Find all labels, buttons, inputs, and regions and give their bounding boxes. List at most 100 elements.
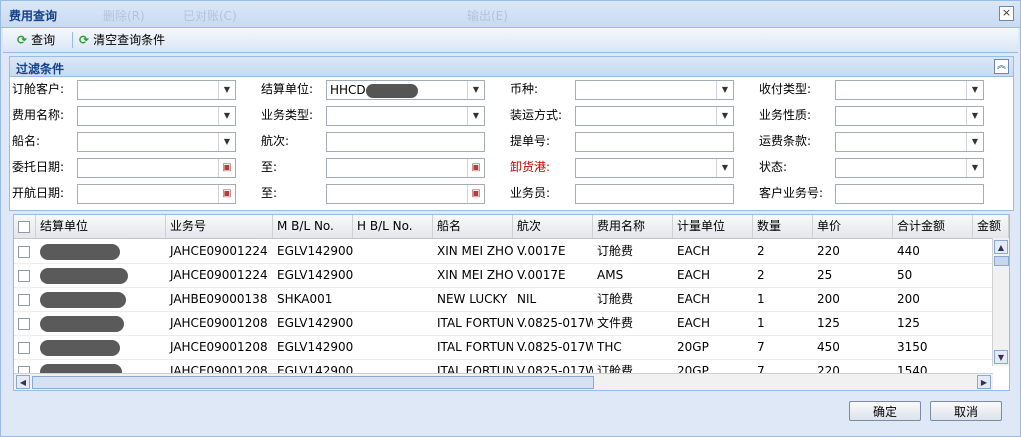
calendar-icon[interactable]: ▣ (467, 159, 484, 177)
dropdown-arrow-icon[interactable]: ▼ (716, 107, 733, 125)
cell-total: 3150 (897, 340, 928, 354)
discharge-port-combo[interactable]: ▼ (575, 158, 734, 178)
entrust-date-to[interactable]: ▣ (326, 158, 485, 178)
dropdown-arrow-icon[interactable]: ▼ (467, 81, 484, 99)
refresh-icon: ⟳ (17, 33, 28, 47)
vertical-scrollbar[interactable]: ▲ ▼ (992, 238, 1009, 366)
column-header[interactable]: 航次 (513, 215, 593, 238)
column-header[interactable]: 单价 (813, 215, 893, 238)
cell-biz_no: JAHBE09000138 (170, 292, 268, 306)
ok-button[interactable]: 确定 (849, 401, 921, 421)
settlement-unit-cell (36, 287, 166, 311)
dropdown-arrow-icon[interactable]: ▼ (966, 159, 983, 177)
calendar-icon[interactable]: ▣ (467, 185, 484, 203)
voyage-input[interactable] (326, 132, 485, 152)
dropdown-arrow-icon[interactable]: ▼ (966, 81, 983, 99)
dropdown-arrow-icon[interactable]: ▼ (716, 81, 733, 99)
table-row[interactable]: JAHCE09001224 EGLV142900 XIN MEI ZHOU V.001… (14, 263, 993, 288)
column-header[interactable]: 业务号 (166, 215, 273, 238)
salesman-input[interactable] (575, 184, 734, 204)
cell-qty: 1 (757, 316, 765, 330)
query-button[interactable]: ⟳ 查询 (17, 32, 55, 48)
cell-hbl (353, 287, 433, 311)
column-header[interactable]: M B/L No. (273, 215, 353, 238)
bl-no-input[interactable] (575, 132, 734, 152)
select-all-checkbox[interactable] (14, 215, 36, 238)
ghost-delete-label: 删除(R) (103, 9, 145, 23)
column-header[interactable]: 计量单位 (673, 215, 753, 238)
calendar-icon[interactable]: ▣ (218, 159, 235, 177)
clear-conditions-button[interactable]: ⟳ 清空查询条件 (79, 32, 165, 48)
scroll-up-icon[interactable]: ▲ (994, 240, 1008, 254)
dropdown-arrow-icon[interactable]: ▼ (716, 159, 733, 177)
table-row[interactable]: JAHBE09000138 SHKA001 NEW LUCKY NIL 订舱费 EACH 1… (14, 287, 993, 312)
dropdown-arrow-icon[interactable]: ▼ (218, 81, 235, 99)
row-checkbox[interactable] (14, 335, 36, 359)
scroll-left-icon[interactable]: ◀ (16, 375, 30, 389)
column-header[interactable]: 金额 (973, 215, 1009, 238)
cell-fee: THC (597, 340, 622, 354)
business-nature-combo[interactable]: ▼ (835, 106, 984, 126)
row-checkbox[interactable] (14, 287, 36, 311)
column-header[interactable]: 费用名称 (593, 215, 673, 238)
currency-combo[interactable]: ▼ (575, 80, 734, 100)
scroll-thumb[interactable] (32, 376, 594, 389)
column-header[interactable]: 合计金额 (893, 215, 973, 238)
cell-voyage: V.0825-017W (517, 316, 593, 330)
column-header[interactable]: H B/L No. (353, 215, 433, 238)
customer-biz-no-input[interactable] (835, 184, 984, 204)
table-row[interactable]: JAHCE09001208 EGLV142900 ITAL FORTUNA V.082… (14, 311, 993, 336)
cell-vessel: ITAL FORTUNA (437, 316, 513, 330)
booking-customer-combo[interactable]: ▼ (77, 80, 236, 100)
payment-type-label: 收付类型: (759, 82, 812, 96)
redacted-block (40, 243, 120, 260)
toolbar-separator (72, 32, 73, 48)
horizontal-scrollbar[interactable]: ◀ ▶ (14, 373, 993, 390)
booking-customer-label: 订舱客户: (12, 82, 65, 96)
fee-name-combo[interactable]: ▼ (77, 106, 236, 126)
dropdown-arrow-icon[interactable]: ▼ (966, 107, 983, 125)
entrust-date-from[interactable]: ▣ (77, 158, 236, 178)
dropdown-arrow-icon[interactable]: ▼ (218, 133, 235, 151)
business-type-combo[interactable]: ▼ (326, 106, 485, 126)
payment-type-combo[interactable]: ▼ (835, 80, 984, 100)
table-row[interactable]: JAHCE09001208 EGLV142900 ITAL FORTUNA V.082… (14, 335, 993, 360)
window-titlebar[interactable]: 费用查询 删除(R) 已对账(C) 输出(E) × (1, 1, 1020, 28)
freight-terms-combo[interactable]: ▼ (835, 132, 984, 152)
cell-hbl (353, 335, 433, 359)
discharge-port-label: 卸货港: (510, 160, 551, 174)
scroll-thumb[interactable] (994, 256, 1009, 266)
shipping-method-label: 装运方式: (510, 108, 563, 122)
cancel-button[interactable]: 取消 (930, 401, 1002, 421)
sailing-date-from[interactable]: ▣ (77, 184, 236, 204)
cell-mbl: EGLV142900 (277, 340, 353, 354)
grid-header: 结算单位 业务号 M B/L No. H B/L No. 船名 航次 费用名称 … (14, 215, 1009, 239)
scroll-down-icon[interactable]: ▼ (994, 350, 1008, 364)
status-combo[interactable]: ▼ (835, 158, 984, 178)
row-checkbox[interactable] (14, 239, 36, 263)
row-checkbox[interactable] (14, 311, 36, 335)
close-icon[interactable]: × (999, 6, 1014, 21)
cell-uom: EACH (677, 316, 710, 330)
dropdown-arrow-icon[interactable]: ▼ (966, 133, 983, 151)
column-header[interactable]: 数量 (753, 215, 813, 238)
cell-biz_no: JAHCE09001208 (170, 340, 268, 354)
calendar-icon[interactable]: ▣ (218, 185, 235, 203)
row-checkbox[interactable] (14, 263, 36, 287)
scroll-right-icon[interactable]: ▶ (977, 375, 991, 389)
sailing-date-to[interactable]: ▣ (326, 184, 485, 204)
vessel-combo[interactable]: ▼ (77, 132, 236, 152)
settlement-unit-combo[interactable]: HHCD ▼ (326, 80, 485, 100)
column-header[interactable]: 结算单位 (36, 215, 166, 238)
cell-price: 25 (817, 268, 833, 282)
shipping-method-combo[interactable]: ▼ (575, 106, 734, 126)
collapse-icon[interactable]: ︽ (994, 59, 1009, 74)
table-row[interactable]: JAHCE09001224 EGLV142900 XIN MEI ZHOU V.001… (14, 239, 993, 264)
query-window: 费用查询 删除(R) 已对账(C) 输出(E) × ⟳ 查询 ⟳ 清空查询条件 过滤… (0, 0, 1021, 437)
column-header[interactable]: 船名 (433, 215, 513, 238)
cell-total: 200 (897, 292, 920, 306)
dropdown-arrow-icon[interactable]: ▼ (218, 107, 235, 125)
dropdown-arrow-icon[interactable]: ▼ (467, 107, 484, 125)
sailing-date-label: 开航日期: (12, 186, 65, 200)
toolbar: ⟳ 查询 ⟳ 清空查询条件 (3, 28, 1018, 53)
